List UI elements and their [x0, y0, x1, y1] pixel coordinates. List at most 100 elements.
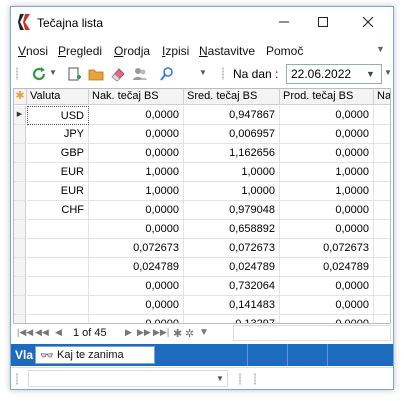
toolbar-grip-icon[interactable] — [16, 67, 18, 80]
table-cell[interactable] — [374, 182, 390, 201]
bottom-tab-label[interactable]: Vla — [15, 348, 33, 362]
table-cell[interactable] — [27, 315, 89, 323]
table-cell[interactable] — [374, 258, 390, 277]
status-grip-icon[interactable] — [16, 373, 18, 385]
table-cell[interactable] — [374, 163, 390, 182]
table-cell[interactable]: 0,0000 — [280, 277, 374, 296]
menu-pregledi[interactable]: Pregledi — [58, 44, 102, 58]
table-cell[interactable]: 1,162656 — [184, 144, 280, 163]
table-cell[interactable]: 0,0000 — [280, 296, 374, 315]
table-row[interactable]: EUR 1,0000 1,0000 1,0000 — [14, 182, 390, 201]
search-icon[interactable] — [159, 66, 175, 82]
table-cell[interactable] — [374, 277, 390, 296]
table-cell[interactable] — [27, 220, 89, 239]
table-cell[interactable]: 1,0000 — [184, 163, 280, 182]
table-row[interactable]: 0,0000 0,13297 0,0000 — [14, 315, 390, 323]
new-document-icon[interactable] — [66, 66, 82, 82]
table-cell[interactable]: 0,0000 — [89, 296, 184, 315]
status-dropdown-icon[interactable]: ▼ — [216, 374, 224, 383]
row-indicator[interactable] — [14, 315, 26, 323]
minimize-button[interactable] — [274, 13, 294, 33]
row-indicator[interactable] — [14, 296, 26, 315]
table-cell[interactable]: 1,0000 — [89, 182, 184, 201]
column-header-prodajni[interactable]: Prod. tečaj BS — [280, 89, 374, 105]
table-cell[interactable]: 0,979048 — [184, 201, 280, 220]
users-icon[interactable] — [132, 66, 148, 82]
table-cell[interactable]: 1,0000 — [280, 182, 374, 201]
row-indicator[interactable] — [14, 182, 26, 201]
row-indicator[interactable] — [14, 220, 26, 239]
table-cell[interactable]: GBP — [27, 144, 89, 163]
table-cell[interactable] — [374, 296, 390, 315]
table-cell[interactable]: CHF — [27, 201, 89, 220]
table-cell[interactable] — [374, 315, 390, 323]
table-cell[interactable]: 0,0000 — [89, 315, 184, 323]
table-cell[interactable]: 0,13297 — [184, 315, 280, 323]
table-cell[interactable] — [27, 277, 89, 296]
table-cell[interactable]: 0,072673 — [280, 239, 374, 258]
date-dropdown-icon[interactable]: ▼ — [366, 69, 375, 79]
nav-append-icon[interactable]: ✱ — [173, 327, 182, 340]
table-row[interactable]: 0,0000 0,141483 0,0000 — [14, 296, 390, 315]
row-indicator[interactable] — [14, 239, 26, 258]
status-grip-icon-2[interactable] — [239, 373, 241, 385]
date-picker[interactable]: 22.06.2022 ▼ — [286, 64, 382, 84]
menu-vnosi[interactable]: Vnosi — [18, 44, 48, 58]
open-folder-icon[interactable] — [88, 66, 104, 82]
table-cell[interactable]: 0,0000 — [280, 125, 374, 144]
table-cell[interactable]: 0,072673 — [184, 239, 280, 258]
maximize-button[interactable] — [313, 13, 333, 33]
table-cell[interactable] — [374, 125, 390, 144]
column-header-valuta[interactable]: Valuta — [27, 89, 89, 105]
table-row[interactable]: EUR 1,0000 1,0000 1,0000 — [14, 163, 390, 182]
table-cell[interactable]: 0,0000 — [280, 220, 374, 239]
table-cell[interactable]: 0,024789 — [184, 258, 280, 277]
nav-filter-icon[interactable]: ▼ — [199, 327, 209, 338]
table-cell[interactable]: 0,0000 — [89, 125, 184, 144]
row-indicator[interactable] — [14, 144, 26, 163]
table-cell[interactable]: 0,0000 — [89, 220, 184, 239]
menu-nastavitve[interactable]: Nastavitve — [199, 44, 255, 58]
status-grip-icon-3[interactable] — [254, 373, 256, 385]
horizontal-scrollbar[interactable] — [233, 325, 391, 341]
table-cell[interactable] — [374, 220, 390, 239]
table-cell[interactable]: 0,732064 — [184, 277, 280, 296]
toolbar-overflow-icon[interactable]: ▼ — [384, 68, 392, 77]
table-cell[interactable]: 0,0000 — [89, 277, 184, 296]
help-search-box[interactable]: 👓 Kaj te zanima — [35, 346, 155, 364]
date-value[interactable]: 22.06.2022 — [291, 67, 359, 81]
row-indicator[interactable] — [14, 277, 26, 296]
eraser-icon[interactable] — [110, 66, 126, 82]
table-cell[interactable]: 0,0000 — [89, 106, 184, 125]
table-cell[interactable]: 0,0000 — [89, 144, 184, 163]
table-cell[interactable]: JPY — [27, 125, 89, 144]
table-row[interactable]: CHF 0,0000 0,979048 0,0000 — [14, 201, 390, 220]
current-row-indicator-icon[interactable]: ▶ — [14, 106, 26, 125]
table-cell[interactable]: 0,141483 — [184, 296, 280, 315]
column-header-nakupni[interactable]: Nak. tečaj BS — [89, 89, 184, 105]
nav-next-icon[interactable]: ▶ — [125, 327, 132, 338]
nav-first-icon[interactable]: |◀◀ — [17, 327, 33, 338]
table-cell[interactable] — [27, 296, 89, 315]
row-indicator[interactable] — [14, 125, 26, 144]
menu-pomoc[interactable]: Pomoč — [266, 44, 303, 58]
nav-next-page-icon[interactable]: ▶▶ — [137, 327, 151, 338]
table-row[interactable]: ▶ USD 0,0000 0,947867 0,0000 — [14, 106, 390, 125]
currency-table[interactable]: ✱ Valuta Nak. tečaj BS Sred. tečaj BS Pr… — [13, 88, 391, 324]
refresh-dropdown-icon[interactable]: ▼ — [49, 68, 57, 77]
table-cell[interactable] — [374, 144, 390, 163]
menu-izpisi[interactable]: Izpisi — [162, 44, 189, 58]
table-row[interactable]: 0,024789 0,024789 0,024789 — [14, 258, 390, 277]
table-cell[interactable]: EUR — [27, 163, 89, 182]
menu-overflow-icon[interactable]: ▼ — [376, 44, 385, 54]
table-cell[interactable]: 0,947867 — [184, 106, 280, 125]
close-button[interactable] — [358, 13, 378, 33]
nav-prev-page-icon[interactable]: ◀◀ — [35, 327, 49, 338]
table-cell[interactable] — [374, 201, 390, 220]
table-row[interactable]: JPY 0,0000 0,006957 0,0000 — [14, 125, 390, 144]
table-cell[interactable]: 0,024789 — [280, 258, 374, 277]
table-cell[interactable] — [27, 239, 89, 258]
table-cell[interactable]: 0,024789 — [89, 258, 184, 277]
table-cell[interactable]: USD — [27, 106, 89, 125]
table-cell[interactable] — [374, 239, 390, 258]
